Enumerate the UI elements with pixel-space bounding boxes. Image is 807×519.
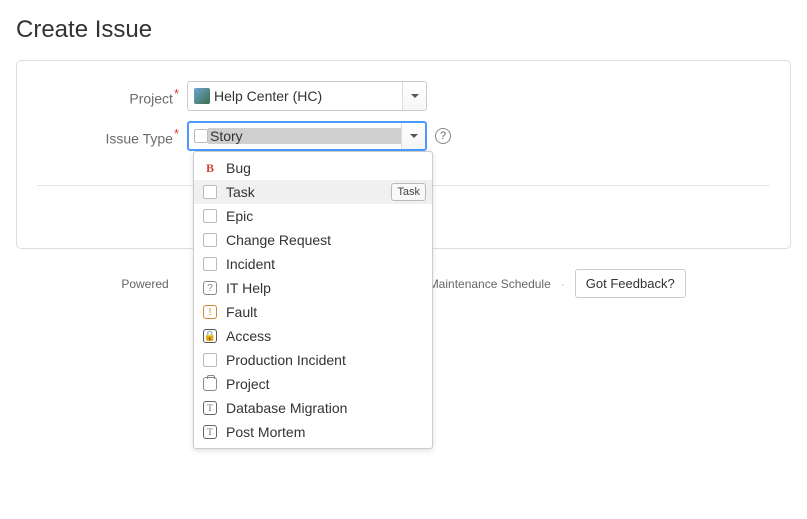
generic-type-icon <box>202 232 218 248</box>
option-tooltip: Task <box>391 183 426 201</box>
issue-type-option[interactable]: ! Fault <box>194 300 432 324</box>
project-label-text: Project <box>129 90 173 106</box>
fault-icon: ! <box>202 304 218 320</box>
footer-maintenance-link[interactable]: Maintenance Schedule <box>429 277 551 291</box>
issue-type-label-text: Issue Type <box>105 130 172 146</box>
generic-type-icon <box>202 352 218 368</box>
issue-type-row: Issue Type* Story ? <box>37 121 770 151</box>
issue-type-option[interactable]: ? IT Help <box>194 276 432 300</box>
option-label: Production Incident <box>226 352 422 368</box>
feedback-button[interactable]: Got Feedback? <box>575 269 686 298</box>
footer-separator: · <box>561 277 565 291</box>
issue-type-select-value: Story <box>208 128 401 144</box>
project-avatar-icon <box>194 88 210 104</box>
bug-icon: B <box>202 160 218 176</box>
issue-type-dropdown[interactable]: B Bug TaskTask Epic Change Request Incident? I… <box>193 151 433 449</box>
required-asterisk-icon: * <box>174 126 179 141</box>
required-asterisk-icon: * <box>174 86 179 101</box>
project-select-value: Help Center (HC) <box>210 88 402 104</box>
issue-type-option[interactable]: Change Request <box>194 228 432 252</box>
type-icon: T <box>202 400 218 416</box>
footer-powered: Powered <box>121 277 168 291</box>
option-label: Database Migration <box>226 400 422 416</box>
option-label: IT Help <box>226 280 422 296</box>
issue-type-option[interactable]: Incident <box>194 252 432 276</box>
lock-icon: 🔒 <box>202 328 218 344</box>
project-icon <box>202 376 218 392</box>
issue-type-option[interactable]: B Bug <box>194 156 432 180</box>
generic-type-icon <box>202 208 218 224</box>
option-label: Incident <box>226 256 422 272</box>
issue-type-label: Issue Type* <box>37 126 187 147</box>
story-type-icon <box>194 129 208 143</box>
project-select[interactable]: Help Center (HC) <box>187 81 427 111</box>
issue-type-option[interactable]: 🔒 Access <box>194 324 432 348</box>
project-select-caret[interactable] <box>402 82 426 110</box>
issue-type-select[interactable]: Story <box>187 121 427 151</box>
option-label: Project <box>226 376 422 392</box>
project-row: Project* Help Center (HC) <box>37 81 770 111</box>
generic-type-icon <box>202 256 218 272</box>
page-title: Create Issue <box>16 16 807 44</box>
option-label: Bug <box>226 160 422 176</box>
chevron-down-icon <box>411 94 419 98</box>
issue-type-option[interactable]: T Database Migration <box>194 396 432 420</box>
chevron-down-icon <box>410 134 418 138</box>
option-label: Post Mortem <box>226 424 422 440</box>
issue-type-option[interactable]: Epic <box>194 204 432 228</box>
issue-type-option[interactable]: Production Incident <box>194 348 432 372</box>
issue-type-option[interactable]: TaskTask <box>194 180 432 204</box>
generic-type-icon <box>202 184 218 200</box>
option-label: Access <box>226 328 422 344</box>
option-label: Fault <box>226 304 422 320</box>
option-label: Epic <box>226 208 422 224</box>
help-icon[interactable]: ? <box>435 128 451 144</box>
issue-type-option[interactable]: T Post Mortem <box>194 420 432 444</box>
project-label: Project* <box>37 86 187 107</box>
it-help-icon: ? <box>202 280 218 296</box>
issue-type-select-caret[interactable] <box>401 123 425 149</box>
option-label: Change Request <box>226 232 422 248</box>
type-icon: T <box>202 424 218 440</box>
issue-type-option[interactable]: Project <box>194 372 432 396</box>
